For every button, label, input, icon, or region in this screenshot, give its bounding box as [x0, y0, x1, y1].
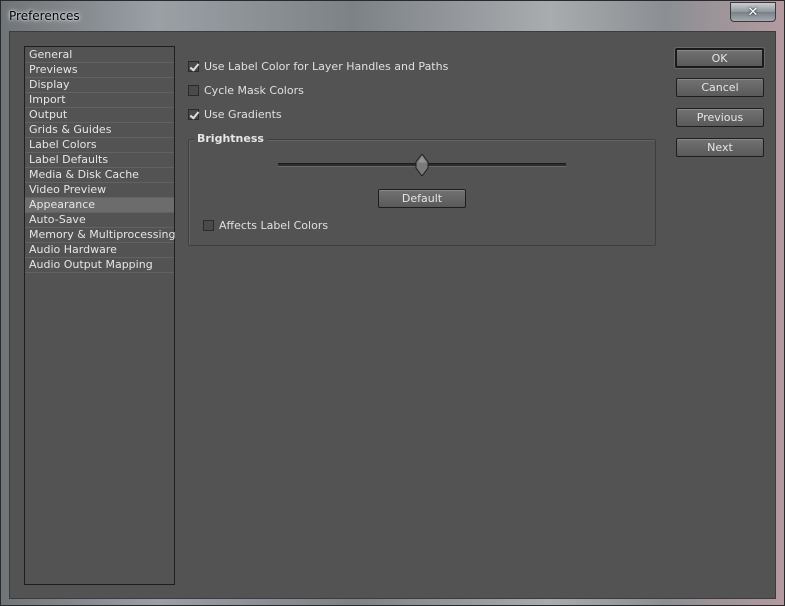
cancel-button-label: Cancel — [701, 81, 739, 94]
use-label-color-label: Use Label Color for Layer Handles and Pa… — [204, 59, 449, 73]
sidebar-item-label-colors[interactable]: Label Colors — [25, 138, 174, 153]
next-button[interactable]: Next — [676, 138, 764, 157]
use-label-color-checkbox[interactable] — [188, 60, 199, 72]
sidebar-item-audio-output-mapping[interactable]: Audio Output Mapping — [25, 258, 174, 273]
previous-button-label: Previous — [696, 111, 744, 124]
affects-label-colors-option[interactable]: Affects Label Colors — [203, 217, 328, 233]
use-gradients-checkbox[interactable] — [188, 108, 199, 120]
preferences-window: Preferences ✕ General Previews Display Impo… — [0, 0, 785, 606]
window-title: Preferences — [9, 9, 80, 23]
preferences-category-list: General Previews Display Import Output Grids … — [24, 46, 175, 585]
sidebar-item-previews[interactable]: Previews — [25, 63, 174, 78]
brightness-default-button[interactable]: Default — [378, 189, 466, 208]
sidebar-item-audio-hardware[interactable]: Audio Hardware — [25, 243, 174, 258]
affects-label-colors-checkbox[interactable] — [203, 219, 214, 231]
sidebar-item-media-and-disk-cache[interactable]: Media & Disk Cache — [25, 168, 174, 183]
affects-label-colors-label: Affects Label Colors — [219, 218, 329, 232]
sidebar-item-auto-save[interactable]: Auto-Save — [25, 213, 174, 228]
title-bar[interactable]: Preferences ✕ — [1, 1, 784, 31]
sidebar-item-video-preview[interactable]: Video Preview — [25, 183, 174, 198]
sidebar-item-grids-and-guides[interactable]: Grids & Guides — [25, 123, 174, 138]
ok-button-label: OK — [711, 51, 728, 65]
sidebar-item-appearance[interactable]: Appearance — [25, 198, 174, 213]
brightness-default-label: Default — [401, 192, 443, 205]
sidebar-item-memory-and-multiprocessing[interactable]: Memory & Multiprocessing — [25, 228, 175, 243]
sidebar-item-output[interactable]: Output — [25, 108, 174, 123]
sidebar-item-display[interactable]: Display — [25, 78, 174, 93]
sidebar-item-import[interactable]: Import — [25, 93, 174, 108]
cycle-mask-colors-checkbox[interactable] — [188, 84, 199, 96]
brightness-group-title: Brightness — [194, 132, 267, 145]
use-gradients-option[interactable]: Use Gradients — [188, 106, 282, 122]
ok-button[interactable]: OK — [675, 48, 764, 68]
use-gradients-label: Use Gradients — [204, 107, 282, 121]
next-button-label: Next — [707, 141, 733, 154]
brightness-slider-thumb[interactable] — [415, 154, 429, 176]
cycle-mask-colors-label: Cycle Mask Colors — [204, 83, 304, 97]
use-label-color-option[interactable]: Use Label Color for Layer Handles and Pa… — [188, 58, 448, 74]
previous-button[interactable]: Previous — [676, 108, 764, 127]
sidebar-item-general[interactable]: General — [25, 48, 174, 63]
sidebar-item-label-defaults[interactable]: Label Defaults — [25, 153, 174, 168]
cycle-mask-colors-option[interactable]: Cycle Mask Colors — [188, 82, 304, 98]
close-icon: ✕ — [747, 4, 759, 20]
dialog-body: General Previews Display Import Output Grids … — [9, 31, 776, 599]
close-button[interactable]: ✕ — [730, 2, 776, 22]
cancel-button[interactable]: Cancel — [676, 78, 764, 97]
